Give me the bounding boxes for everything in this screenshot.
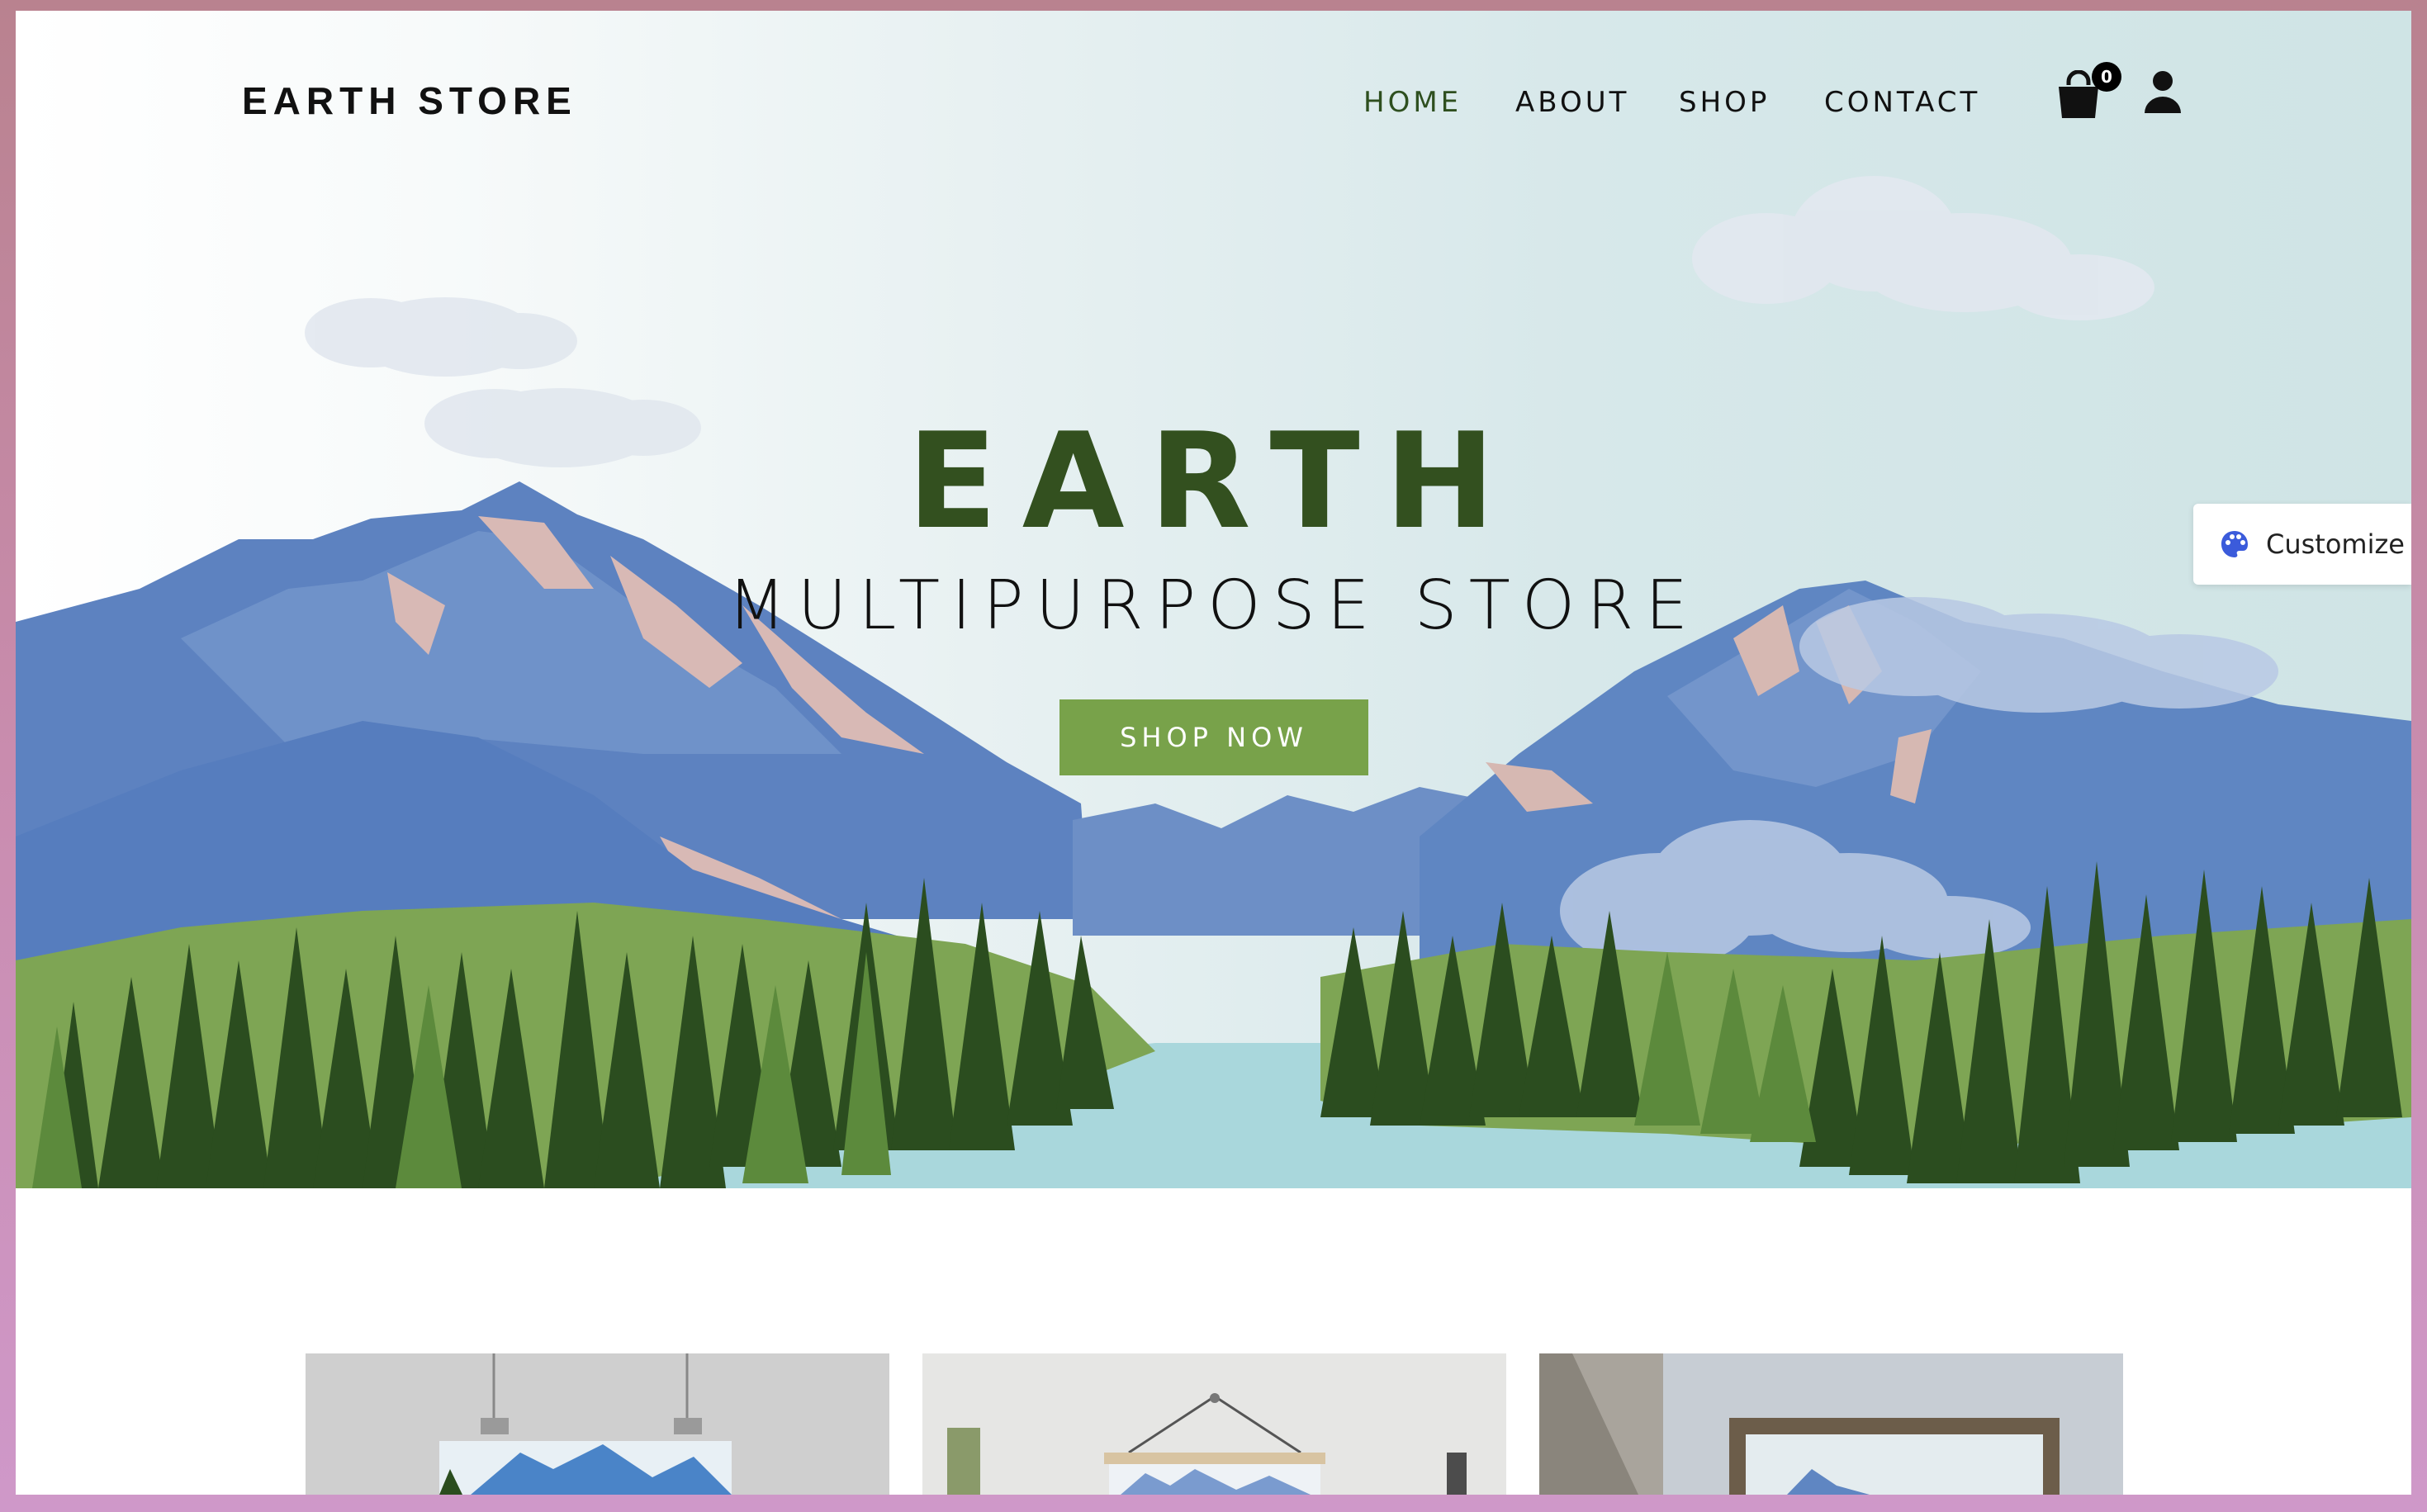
account-button[interactable] [2143, 70, 2189, 121]
nav-about[interactable]: ABOUT [1515, 86, 1629, 119]
hero-banner: EARTH STORE HOME ABOUT SHOP CONTACT 0 EA… [16, 11, 2411, 1188]
palette-icon [2221, 531, 2248, 557]
poster-image [306, 1353, 889, 1495]
product-card[interactable] [1539, 1353, 2123, 1495]
product-card[interactable] [922, 1353, 1506, 1495]
site-logo[interactable]: EARTH STORE [242, 78, 577, 123]
shop-now-button[interactable]: SHOP NOW [1059, 699, 1368, 775]
browser-viewport: EARTH STORE HOME ABOUT SHOP CONTACT 0 EA… [16, 11, 2411, 1495]
product-card[interactable] [306, 1353, 889, 1495]
framed-art-image [1539, 1353, 2123, 1495]
customize-button[interactable]: Customize [2193, 504, 2411, 585]
user-icon [2145, 71, 2181, 113]
cart-count-badge: 0 [2092, 62, 2121, 92]
top-navigation: EARTH STORE HOME ABOUT SHOP CONTACT 0 [16, 11, 2411, 176]
nav-shop[interactable]: SHOP [1679, 86, 1770, 119]
customize-label: Customize [2266, 528, 2405, 560]
hanging-poster-image [922, 1353, 1506, 1495]
nav-home[interactable]: HOME [1363, 86, 1462, 119]
hero-subtitle: MULTIPURPOSE STORE [727, 566, 1700, 645]
hero-title: EARTH [907, 404, 1520, 558]
nav-contact[interactable]: CONTACT [1824, 86, 1980, 119]
